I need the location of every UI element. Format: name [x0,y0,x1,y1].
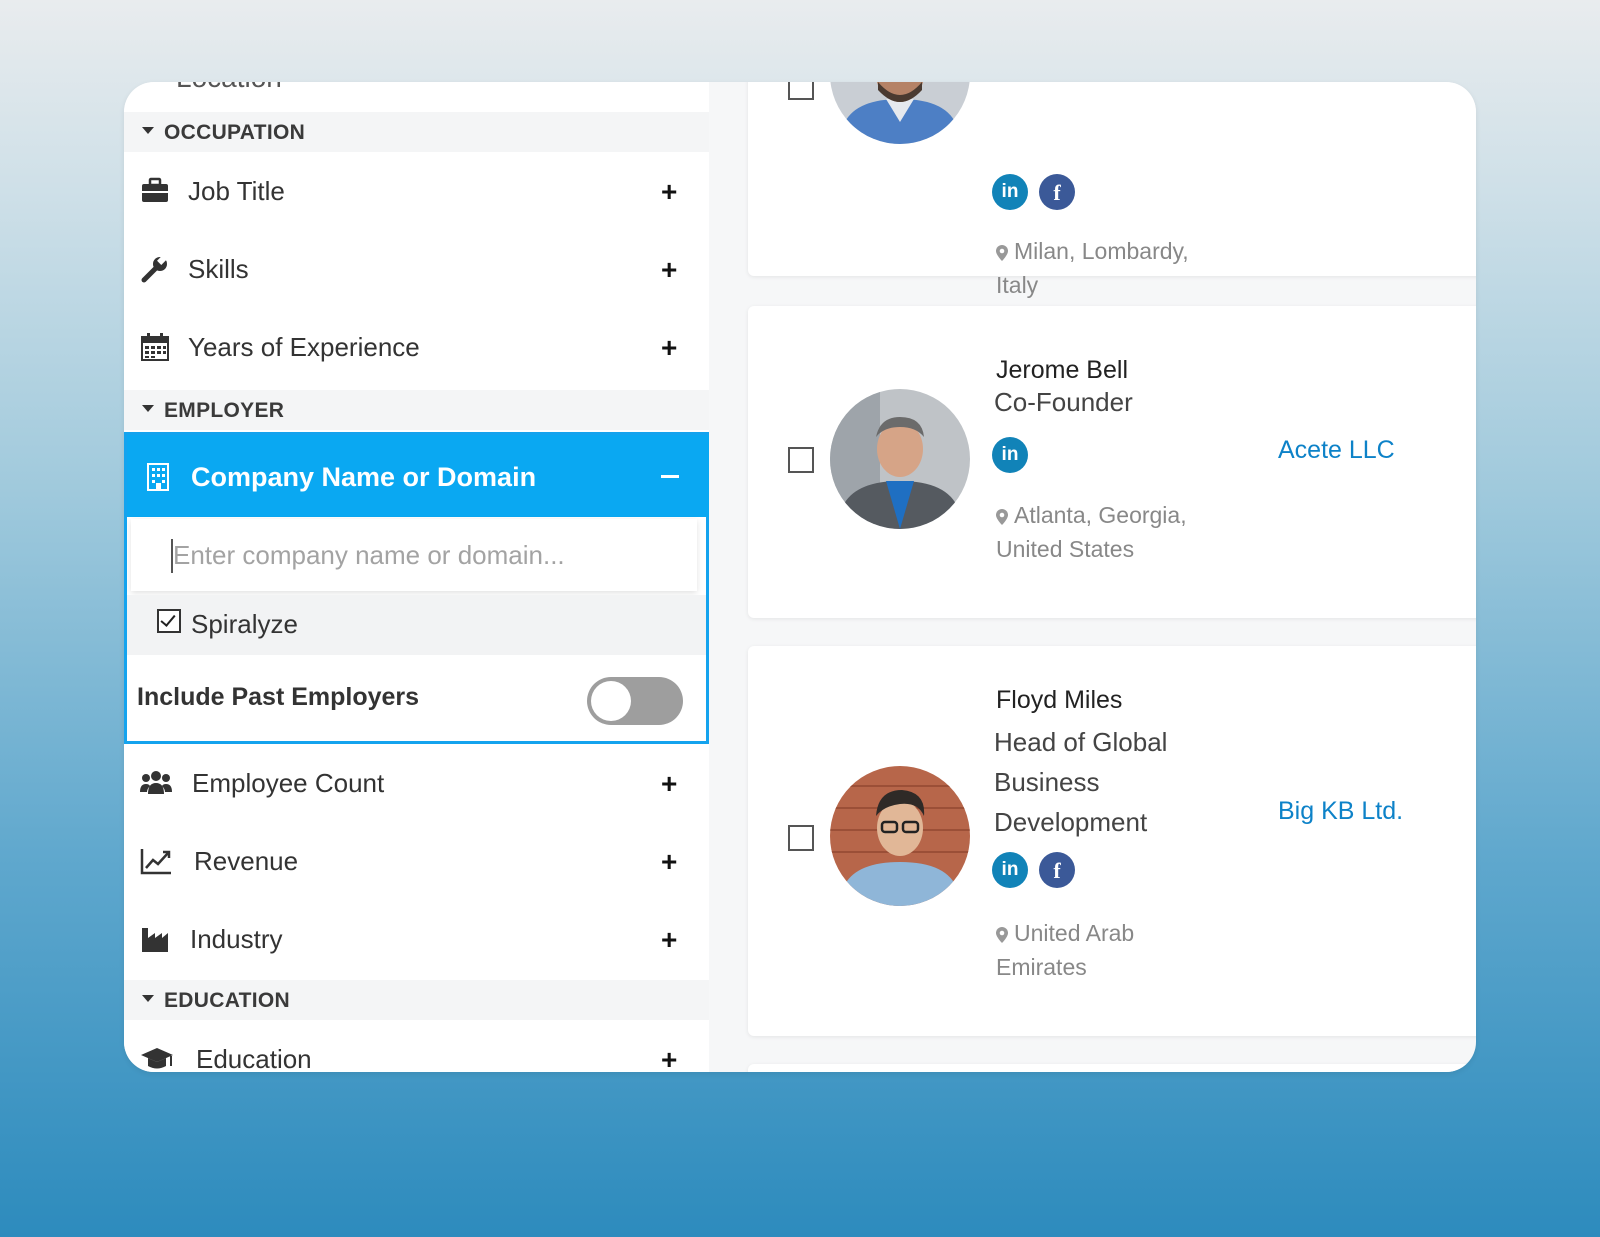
expand-plus-icon[interactable]: + [661,846,677,878]
company-filter-panel: Company Name or Domain Spiralyze Include… [124,432,709,744]
app-window: Location OCCUPATION Job Title + Skills +… [124,82,1476,1072]
linkedin-icon[interactable]: in [992,437,1028,473]
past-employers-label: Include Past Employers [137,683,420,711]
sidebar-item-job-title[interactable]: Job Title + [124,154,709,232]
toggle-knob [591,681,631,721]
result-location: Milan, Lombardy, Italy [996,234,1226,302]
sidebar-item-label: Years of Experience [188,332,420,362]
sidebar-item-revenue[interactable]: Revenue + [124,824,709,902]
linkedin-icon[interactable]: in [992,852,1028,888]
expand-plus-icon[interactable]: + [661,176,677,208]
section-title: OCCUPATION [164,121,306,144]
result-card: Floyd Miles Head of Global Business Deve… [748,646,1476,1036]
location-text: United Arab Emirates [996,920,1135,980]
section-employer[interactable]: EMPLOYER [124,390,709,430]
expand-plus-icon[interactable]: + [661,924,677,956]
map-pin-icon [996,926,1008,943]
selected-company-option[interactable]: Spiralyze [127,595,706,655]
section-education[interactable]: EDUCATION [124,980,709,1020]
map-pin-icon [996,244,1008,261]
company-filter-header[interactable]: Company Name or Domain [127,435,709,517]
result-card [748,1064,1476,1072]
sidebar-item-years-of-experience[interactable]: Years of Experience + [124,310,709,388]
result-card: Jerome Bell Co-Founder in Acete LLC Atla… [748,306,1476,618]
collapse-minus-icon[interactable] [661,475,679,478]
sidebar-item-industry[interactable]: Industry + [124,902,709,980]
expand-plus-icon[interactable]: + [661,1044,677,1072]
checkbox-checked[interactable] [157,609,181,633]
linkedin-icon[interactable]: in [992,174,1028,210]
avatar [830,389,970,529]
result-title: Co-Founder [994,387,1133,417]
section-title: EMPLOYER [164,399,285,422]
caret-down-icon [142,995,154,1002]
sidebar-item-label: Industry [190,924,283,954]
selected-company-label: Spiralyze [191,609,298,639]
text-cursor [171,539,173,573]
result-checkbox[interactable] [788,825,814,851]
section-occupation[interactable]: OCCUPATION [124,112,709,152]
wrench-icon [140,254,170,284]
caret-down-icon [142,127,154,134]
building-icon [147,463,169,498]
past-employers-row: Include Past Employers [127,659,706,739]
result-name[interactable]: Jerome Bell [996,356,1128,385]
result-location: Atlanta, Georgia, United States [996,498,1226,566]
avatar [830,82,970,144]
expand-plus-icon[interactable]: + [661,254,677,286]
calendar-icon [140,332,170,362]
expand-plus-icon[interactable]: + [661,768,677,800]
sidebar-item-skills[interactable]: Skills + [124,232,709,310]
sidebar-item-label: Skills [188,254,249,284]
sidebar-item-label: Revenue [194,846,299,876]
sidebar-item-education[interactable]: Education + [124,1022,709,1072]
result-checkbox[interactable] [788,82,814,100]
sidebar-item-employee-count[interactable]: Employee Count + [124,746,709,824]
caret-down-icon [142,405,154,412]
briefcase-icon [140,176,170,206]
location-text: Milan, Lombardy, Italy [996,238,1189,298]
past-employers-toggle[interactable] [587,677,683,725]
result-card: in f Milan, Lombardy, Italy [748,82,1476,298]
result-location: United Arab Emirates [996,916,1226,984]
section-title: EDUCATION [164,989,290,1012]
sidebar-item-location[interactable]: Location [124,82,709,113]
facebook-icon[interactable]: f [1039,852,1075,888]
sidebar-item-label: Education [196,1044,312,1072]
map-pin-icon [996,508,1008,525]
result-title: Head of Global Business Development [994,727,1168,837]
sidebar-item-label: Employee Count [192,768,385,798]
company-search-input[interactable] [131,519,697,591]
company-filter-label: Company Name or Domain [191,462,537,492]
result-company-link[interactable]: Acete LLC [1278,436,1395,465]
sidebar-item-label: Location [176,82,282,94]
users-icon [140,768,172,798]
graduation-cap-icon [140,1044,173,1072]
result-checkbox[interactable] [788,447,814,473]
expand-plus-icon[interactable]: + [661,332,677,364]
result-company-link[interactable]: Big KB Ltd. [1278,797,1403,826]
filter-sidebar: Location OCCUPATION Job Title + Skills +… [124,82,709,1072]
factory-icon [140,924,170,954]
result-name[interactable]: Floyd Miles [996,686,1122,715]
facebook-icon[interactable]: f [1039,174,1075,210]
avatar [830,766,970,906]
sidebar-item-label: Job Title [188,176,285,206]
line-chart-icon [140,846,171,876]
location-text: Atlanta, Georgia, United States [996,502,1187,562]
